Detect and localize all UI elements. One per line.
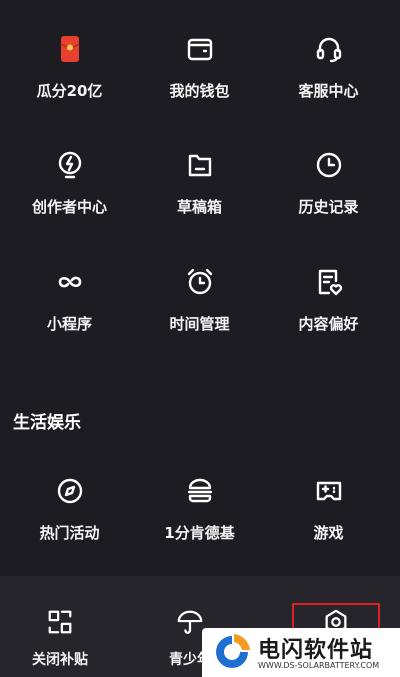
umbrella-icon — [176, 608, 204, 636]
menu-item-mini-program[interactable]: 小程序 — [3, 267, 136, 367]
menu-item-label: 我的钱包 — [169, 82, 230, 100]
bottom-item-close-subsidy[interactable]: 关闭补贴 — [0, 608, 120, 677]
watermark-url: WWW.DS-SOLARBATTERY.COM — [258, 661, 380, 670]
menu-item-creator-center[interactable]: 创作者中心 — [3, 150, 136, 250]
menu-item-time-management[interactable]: 时间管理 — [133, 267, 266, 367]
document-heart-icon — [314, 267, 344, 297]
menu-item-label: 创作者中心 — [31, 198, 107, 216]
gamepad-icon — [314, 476, 344, 506]
menu-item-content-preferences[interactable]: 内容偏好 — [262, 267, 395, 367]
alarm-clock-icon — [185, 267, 215, 297]
menu-item-wallet[interactable]: 我的钱包 — [133, 34, 266, 134]
menu-item-label: 历史记录 — [298, 198, 359, 216]
menu-item-drafts[interactable]: 草稿箱 — [133, 150, 266, 250]
menu-item-customer-service[interactable]: 客服中心 — [262, 34, 395, 134]
folder-icon — [185, 150, 215, 180]
red-packet-icon — [55, 34, 85, 64]
watermark: 电闪软件站 WWW.DS-SOLARBATTERY.COM — [202, 628, 400, 677]
entertainment-row: 热门活动 1分肯德基 游戏 — [0, 476, 400, 576]
wallet-icon — [185, 34, 215, 64]
menu-item-label: 热门活动 — [39, 524, 100, 542]
watermark-logo-icon — [212, 632, 252, 672]
menu-item-label: 1分肯德基 — [164, 524, 235, 542]
bottom-item-label: 关闭补贴 — [32, 652, 88, 668]
headset-icon — [314, 34, 344, 64]
lightning-bulb-icon — [55, 150, 85, 180]
grid-row-1: 瓜分20亿 我的钱包 客服中心 — [0, 34, 400, 134]
menu-item-label: 内容偏好 — [298, 315, 359, 333]
compass-icon — [55, 476, 85, 506]
scan-frame-icon — [46, 608, 74, 636]
burger-icon — [185, 476, 215, 506]
menu-item-label: 小程序 — [46, 315, 92, 333]
menu-item-hot-events[interactable]: 热门活动 — [3, 476, 136, 576]
menu-item-kfc-deal[interactable]: 1分肯德基 — [133, 476, 266, 576]
grid-row-2: 创作者中心 草稿箱 历史记录 — [0, 150, 400, 250]
infinity-icon — [55, 267, 85, 297]
watermark-title: 电闪软件站 — [258, 638, 374, 663]
menu-item-history[interactable]: 历史记录 — [262, 150, 395, 250]
menu-item-label: 游戏 — [313, 524, 344, 542]
clock-icon — [314, 150, 344, 180]
menu-item-label: 客服中心 — [298, 82, 359, 100]
menu-item-label: 时间管理 — [169, 315, 230, 333]
section-title-life-entertainment: 生活娱乐 — [13, 413, 81, 433]
menu-item-label: 草稿箱 — [176, 198, 222, 216]
menu-item-games[interactable]: 游戏 — [262, 476, 395, 576]
menu-item-label: 瓜分20亿 — [36, 82, 103, 100]
grid-row-3: 小程序 时间管理 内容偏好 — [0, 267, 400, 367]
menu-item-split-bonus[interactable]: 瓜分20亿 — [3, 34, 136, 134]
menu-screen: 瓜分20亿 我的钱包 客服中心 创作者中心 草稿箱 历史记录 小程序 时间管理 … — [0, 0, 400, 677]
